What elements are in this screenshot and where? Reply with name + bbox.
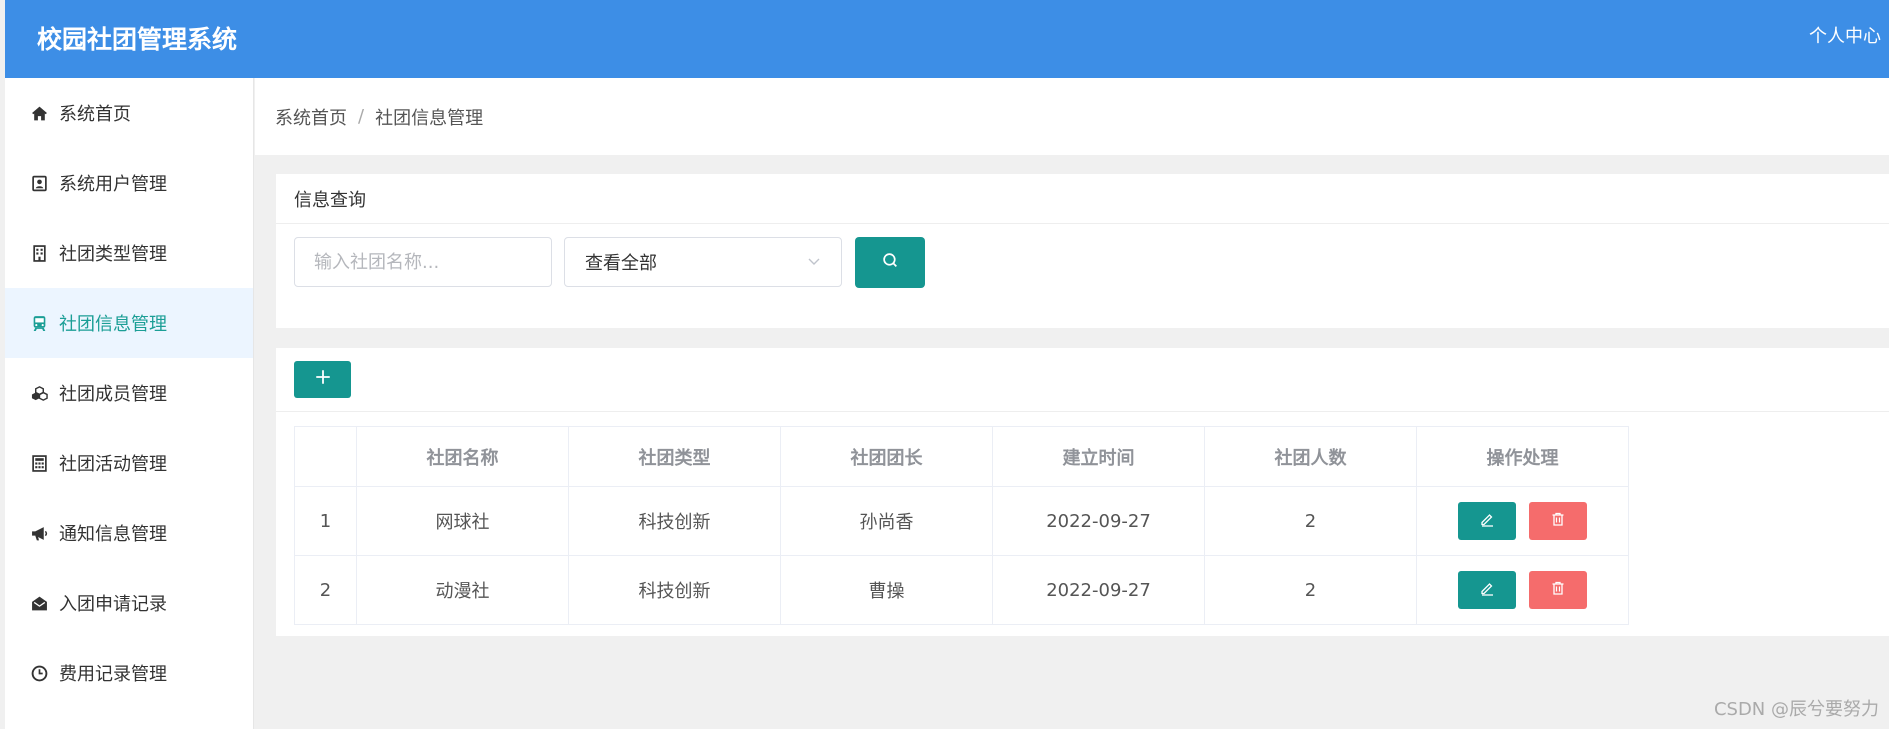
sidebar-item-label: 入团申请记录	[59, 594, 167, 615]
delete-button[interactable]	[1529, 571, 1587, 609]
sidebar-item-label: 通知信息管理	[59, 524, 167, 545]
delete-button[interactable]	[1529, 502, 1587, 540]
club-name-cell: 动漫社	[356, 555, 569, 625]
calculator-icon	[30, 454, 48, 472]
query-panel-title: 信息查询	[276, 174, 1889, 224]
query-panel: 信息查询 查看全部	[276, 174, 1889, 328]
sidebar-item-fees[interactable]: 费用记录管理	[5, 638, 253, 708]
trash-icon	[1550, 580, 1566, 601]
column-header: 操作处理	[1416, 426, 1629, 487]
column-header: 社团名称	[356, 426, 569, 487]
actions-cell	[1416, 486, 1629, 556]
sidebar-item-label: 费用记录管理	[59, 664, 167, 685]
club-type-select[interactable]: 查看全部	[564, 237, 842, 287]
breadcrumb-current: 社团信息管理	[375, 107, 484, 129]
row-index: 1	[294, 486, 357, 556]
column-header: 社团类型	[568, 426, 781, 487]
add-club-button[interactable]	[294, 361, 351, 398]
founded-date-cell: 2022-09-27	[992, 555, 1205, 625]
edit-icon	[1479, 580, 1495, 601]
building-icon	[30, 244, 48, 262]
sidebar-item-label: 社团活动管理	[59, 454, 167, 475]
user-center-link[interactable]: 个人中心	[1809, 22, 1881, 48]
column-header: 社团人数	[1204, 426, 1417, 487]
sidebar-item-club-activities[interactable]: 社团活动管理	[5, 428, 253, 498]
plus-icon	[314, 368, 332, 391]
train-icon	[30, 314, 48, 332]
cubes-icon	[30, 384, 48, 402]
sidebar-item-label: 系统首页	[59, 104, 131, 125]
top-navbar: 校园社团管理系统 个人中心	[5, 0, 1889, 78]
table-row: 2 动漫社 科技创新 曹操 2022-09-27 2	[294, 555, 1629, 625]
member-count-cell: 2	[1204, 486, 1417, 556]
edit-icon	[1479, 511, 1495, 532]
breadcrumb-home-link[interactable]: 系统首页	[275, 104, 347, 130]
breadcrumb: 系统首页 / 社团信息管理	[255, 78, 1889, 155]
column-header: 社团团长	[780, 426, 993, 487]
actions-cell	[1416, 555, 1629, 625]
club-leader-cell: 曹操	[780, 555, 993, 625]
home-icon	[30, 104, 48, 122]
club-type-cell: 科技创新	[568, 486, 781, 556]
megaphone-icon	[30, 524, 48, 542]
sidebar-item-home[interactable]: 系统首页	[5, 78, 253, 148]
club-type-cell: 科技创新	[568, 555, 781, 625]
app-title: 校园社团管理系统	[37, 25, 238, 54]
user-card-icon	[30, 174, 48, 192]
club-leader-cell: 孙尚香	[780, 486, 993, 556]
club-name-search-input[interactable]	[294, 237, 552, 287]
chevron-down-icon	[807, 252, 821, 273]
sidebar-item-notices[interactable]: 通知信息管理	[5, 498, 253, 568]
founded-date-cell: 2022-09-27	[992, 486, 1205, 556]
row-index: 2	[294, 555, 357, 625]
divider	[276, 411, 1889, 412]
sidebar-item-label: 社团成员管理	[59, 384, 167, 405]
edit-button[interactable]	[1458, 502, 1516, 540]
sidebar-item-club-members[interactable]: 社团成员管理	[5, 358, 253, 428]
sidebar-item-applications[interactable]: 入团申请记录	[5, 568, 253, 638]
member-count-cell: 2	[1204, 555, 1417, 625]
sidebar-item-club-types[interactable]: 社团类型管理	[5, 218, 253, 288]
watermark: CSDN @辰兮要努力	[1713, 699, 1879, 720]
club-type-select-value: 查看全部	[585, 253, 657, 274]
sidebar-item-users[interactable]: 系统用户管理	[5, 148, 253, 218]
club-table-panel: 社团名称 社团类型 社团团长 建立时间 社团人数 操作处理 1 网球社 科技创新…	[276, 348, 1889, 636]
sidebar: 系统首页 系统用户管理 社团类型管理 社团信息管理 社团成员管理 社团活动管理	[5, 78, 254, 729]
club-table: 社团名称 社团类型 社团团长 建立时间 社团人数 操作处理 1 网球社 科技创新…	[294, 426, 1629, 625]
breadcrumb-separator: /	[358, 106, 365, 127]
search-icon	[882, 252, 899, 274]
table-header-row: 社团名称 社团类型 社团团长 建立时间 社团人数 操作处理	[294, 426, 1629, 487]
trash-icon	[1550, 511, 1566, 532]
sidebar-item-label: 系统用户管理	[59, 174, 167, 195]
clock-icon	[30, 664, 48, 682]
sidebar-item-label: 社团信息管理	[59, 314, 167, 335]
table-row: 1 网球社 科技创新 孙尚香 2022-09-27 2	[294, 486, 1629, 556]
sidebar-item-label: 社团类型管理	[59, 244, 167, 265]
sidebar-item-club-info[interactable]: 社团信息管理	[5, 288, 253, 358]
edit-button[interactable]	[1458, 571, 1516, 609]
search-button[interactable]	[855, 237, 925, 288]
club-name-cell: 网球社	[356, 486, 569, 556]
column-header	[294, 426, 357, 487]
envelope-open-icon	[30, 594, 48, 612]
column-header: 建立时间	[992, 426, 1205, 487]
